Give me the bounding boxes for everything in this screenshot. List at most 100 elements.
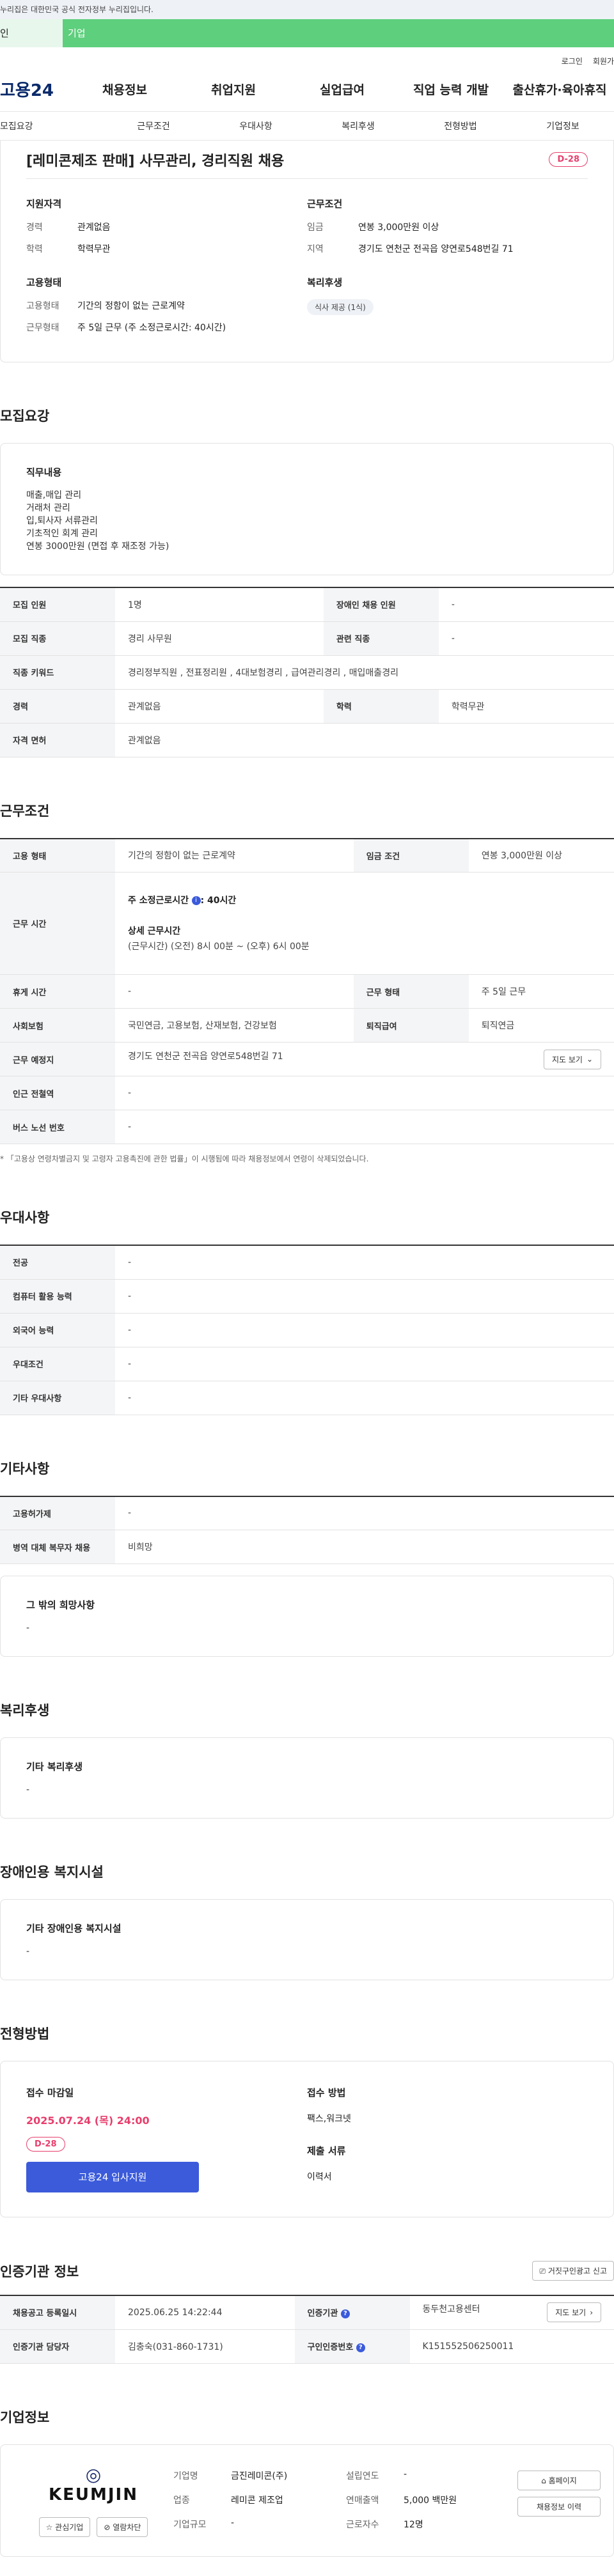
company-section-title: 기업정보 [0, 2409, 50, 2425]
subnav-welfare[interactable]: 복리후생 [307, 120, 409, 132]
cert-org-key: 인증기관 ? [294, 2295, 410, 2330]
info-key: 근로자수 [346, 2519, 379, 2530]
gnb-item-parental-leave[interactable]: 출산휴가·육아휴직 [505, 81, 614, 98]
docs-label: 제출 서류 [307, 2145, 346, 2157]
subnav-work-conditions[interactable]: 근무조건 [102, 120, 205, 132]
recruit-section-title: 모집요강 [0, 408, 50, 424]
duty-text: 매출,매입 관리 거래처 관리 입,퇴사자 서류관리 기초적인 회계 관리 연봉… [26, 490, 169, 552]
table-key: 채용공고 등록일시 [0, 2295, 115, 2330]
map-view-button[interactable]: 지도 보기 ⌄ [543, 1049, 601, 1069]
job-history-button[interactable]: 채용정보 이력 [517, 2496, 601, 2517]
tab-personal[interactable]: 인 [0, 19, 63, 47]
gnb-item-employment-support[interactable]: 취업지원 [179, 81, 288, 98]
subnav-preferences[interactable]: 우대사항 [205, 120, 307, 132]
dday-badge: D-28 [549, 152, 588, 167]
cert-map-button[interactable]: 지도 보기 › [547, 2302, 601, 2323]
welfare-chip: 식사 제공 (1식) [307, 299, 374, 315]
etc-table: 고용허가제 - 병역 대체 복무자 채용 비희망 [0, 1495, 614, 1564]
hope-title: 그 밖의 희망사항 [26, 1599, 95, 1611]
table-row: 전공 - [0, 1245, 614, 1280]
qualification-heading: 지원자격 [26, 198, 62, 210]
table-row: 근무 시간 주 소정근로시간 i: 40시간 상세 근무시간 (근무시간) (오… [0, 872, 614, 975]
table-value: 학력무관 [438, 689, 614, 724]
table-row: 모집 직종 경리 사무원 관련 직종 - [0, 621, 614, 656]
info-icon[interactable]: ? [340, 2309, 350, 2318]
table-value: - [438, 587, 614, 622]
block-view-button[interactable]: ⊘ 열람차단 [97, 2517, 148, 2537]
subnav-selection[interactable]: 전형방법 [409, 120, 512, 132]
hours-detail-label: 상세 근무시간 [128, 924, 601, 939]
global-nav: 고용24 채용정보 취업지원 실업급여 직업 능력 개발 출산휴가·육아휴직 [0, 66, 614, 111]
tab-business[interactable]: 기업 [63, 19, 614, 47]
hours-detail-label-text: 상세 근무시간 [128, 926, 181, 936]
apply-button[interactable]: 고용24 입사지원 [26, 2162, 199, 2192]
company-logo-buttons: ☆ 관심기업 ⊘ 열람차단 [13, 2517, 173, 2537]
table-value: - [115, 1245, 614, 1280]
welfare-box: 기타 복리후생 - [0, 1737, 614, 1819]
job-title-row: [레미콘제조 판매] 사무관리, 경리직원 채용 D-28 [26, 141, 588, 179]
subnav-company[interactable]: 기업정보 [512, 120, 614, 132]
cert-num-key: 구인인증번호 ? [294, 2329, 410, 2364]
info-icon[interactable]: i [191, 896, 201, 905]
workcond-section-title: 근무조건 [0, 803, 50, 819]
summary-row: 학력 학력무관 [26, 242, 307, 255]
table-key: 근무 예정지 [0, 1042, 115, 1076]
job-title: [레미콘제조 판매] 사무관리, 경리직원 채용 [26, 153, 285, 169]
table-key: 컴퓨터 활용 능력 [0, 1279, 115, 1314]
chevron-right-icon: › [590, 2308, 593, 2317]
table-row: 컴퓨터 활용 능력 - [0, 1279, 614, 1314]
table-row: 우대조건 - [0, 1347, 614, 1381]
table-key: 경력 [0, 689, 115, 724]
info-value: 5,000 백만원 [404, 2495, 457, 2506]
table-key: 인증기관 담당자 [0, 2329, 115, 2364]
info-value: - [231, 2517, 235, 2528]
star-icon: ☆ [45, 2522, 53, 2532]
home-icon: ⌂ [541, 2476, 546, 2485]
chevron-down-icon: ⌄ [586, 1055, 593, 1064]
table-key: 모집 직종 [0, 621, 115, 656]
table-key: 버스 노선 번호 [0, 1110, 115, 1144]
table-row: 고용 형태 기간의 정함이 없는 근로계약 임금 조건 연봉 3,000만원 이… [0, 838, 614, 873]
favorite-company-button[interactable]: ☆ 관심기업 [38, 2517, 91, 2537]
table-value: - [115, 1496, 614, 1530]
summary-key: 고용형태 [26, 301, 59, 311]
site-logo[interactable]: 고용24 [0, 77, 70, 101]
company-actions: ⌂ 홈페이지 채용정보 이력 [517, 2470, 601, 2517]
gov-banner-text: 누리집은 대한민국 공식 전자정부 누리집입니다. [0, 5, 154, 14]
summary-key: 임금 [307, 222, 324, 233]
summary-right: 근무조건 임금 연봉 3,000만원 이상 지역 경기도 연천군 전곡읍 양연로54… [307, 197, 588, 343]
gnb-item-skill-development[interactable]: 직업 능력 개발 [397, 81, 505, 98]
table-key: 임금 조건 [353, 838, 469, 873]
table-row: 채용공고 등록일시 2025.06.25 14:22:44 인증기관 ? 동두천… [0, 2295, 614, 2330]
table-value: 연봉 3,000만원 이상 [468, 838, 614, 873]
homepage-button[interactable]: ⌂ 홈페이지 [517, 2470, 601, 2490]
signup-link[interactable]: 회원가 [593, 56, 614, 66]
login-link[interactable]: 로그인 [562, 56, 583, 66]
table-value: K151552506250011 [409, 2329, 614, 2364]
table-key: 인근 전철역 [0, 1076, 115, 1110]
table-key: 자격 면허 [0, 723, 115, 757]
table-key: 학력 [323, 689, 439, 724]
summary-value: 학력무관 [77, 244, 111, 254]
subnav-recruit[interactable]: 모집요강 [0, 120, 102, 132]
selection-section-title: 전형방법 [0, 2026, 50, 2042]
table-value: 1명 [115, 587, 324, 622]
table-key: 우대조건 [0, 1347, 115, 1381]
block-view-label: 열람차단 [113, 2522, 141, 2532]
info-key: 업종 [173, 2495, 190, 2506]
gnb-item-jobs[interactable]: 채용정보 [70, 81, 179, 98]
report-fake-ad-button[interactable]: ⎚ 거짓구인광고 신고 [532, 2261, 614, 2281]
table-value: 경리정부직원 , 전표정리원 , 4대보험경리 , 급여관리경리 , 매입매출경… [115, 655, 614, 690]
welfare-box-value: - [26, 1785, 30, 1795]
disabled-box-title: 기타 장애인용 복지시설 [26, 1923, 122, 1934]
summary-row: 고용형태 기간의 정함이 없는 근로계약 [26, 299, 307, 312]
gnb-item-unemployment-benefit[interactable]: 실업급여 [288, 81, 397, 98]
report-fake-ad-label: 거짓구인광고 신고 [547, 2267, 607, 2276]
summary-left: 지원자격 경력 관계없음 학력 학력무관 고용형태 고용형태 기간의 정함이 없는 근… [26, 197, 307, 343]
utility-links: 로그인 회원가 [0, 47, 614, 66]
info-icon[interactable]: ? [356, 2343, 365, 2352]
info-value: 금진레미콘(주) [231, 2471, 288, 2481]
section-subnav: 모집요강 근무조건 우대사항 복리후생 전형방법 기업정보 [0, 111, 614, 141]
